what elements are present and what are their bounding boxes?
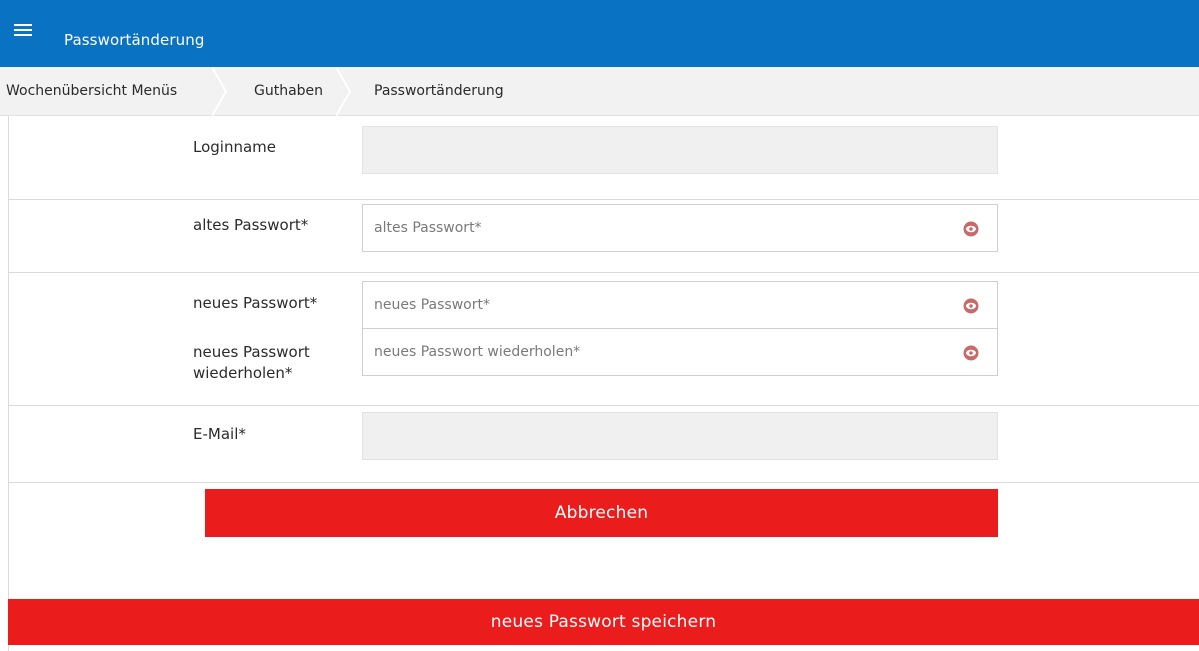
email-field bbox=[362, 412, 998, 460]
repeat-password-label-line2: wiederholen* bbox=[193, 364, 293, 382]
eye-icon[interactable] bbox=[963, 345, 979, 361]
email-label: E-Mail* bbox=[193, 425, 246, 443]
hamburger-menu-icon[interactable] bbox=[14, 22, 32, 38]
breadcrumb-item-guthaben[interactable]: Guthaben bbox=[254, 67, 323, 116]
repeat-password-label-line1: neues Passwort bbox=[193, 343, 310, 361]
content-left-border bbox=[8, 116, 9, 651]
breadcrumb-item-wochenuebersicht[interactable]: Wochenübersicht Menüs bbox=[6, 67, 177, 116]
repeat-password-input[interactable] bbox=[363, 329, 953, 375]
divider bbox=[8, 482, 1199, 483]
chevron-right-icon bbox=[212, 67, 228, 116]
eye-icon[interactable] bbox=[963, 298, 979, 314]
loginname-label: Loginname bbox=[193, 138, 277, 156]
cancel-button[interactable]: Abbrechen bbox=[205, 489, 998, 537]
divider bbox=[8, 405, 1199, 406]
new-password-field bbox=[362, 281, 998, 329]
loginname-field bbox=[362, 126, 998, 174]
breadcrumb-item-passwortaenderung: Passwortänderung bbox=[374, 83, 504, 99]
repeat-password-field bbox=[362, 328, 998, 376]
new-password-input[interactable] bbox=[363, 282, 953, 328]
repeat-password-label: neues Passwort wiederholen* bbox=[193, 342, 310, 384]
chevron-right-icon bbox=[336, 67, 352, 116]
breadcrumb: Wochenübersicht Menüs Guthaben Passwortä… bbox=[0, 67, 1199, 116]
eye-icon[interactable] bbox=[963, 221, 979, 237]
old-password-input[interactable] bbox=[363, 205, 953, 251]
old-password-label: altes Passwort* bbox=[193, 216, 309, 234]
page-title: Passwortänderung bbox=[64, 31, 205, 49]
divider bbox=[8, 272, 1199, 273]
save-password-button[interactable]: neues Passwort speichern bbox=[8, 599, 1199, 645]
old-password-field bbox=[362, 204, 998, 252]
divider bbox=[8, 199, 1199, 200]
app-bar: Passwortänderung bbox=[0, 0, 1199, 67]
new-password-label: neues Passwort* bbox=[193, 294, 318, 312]
